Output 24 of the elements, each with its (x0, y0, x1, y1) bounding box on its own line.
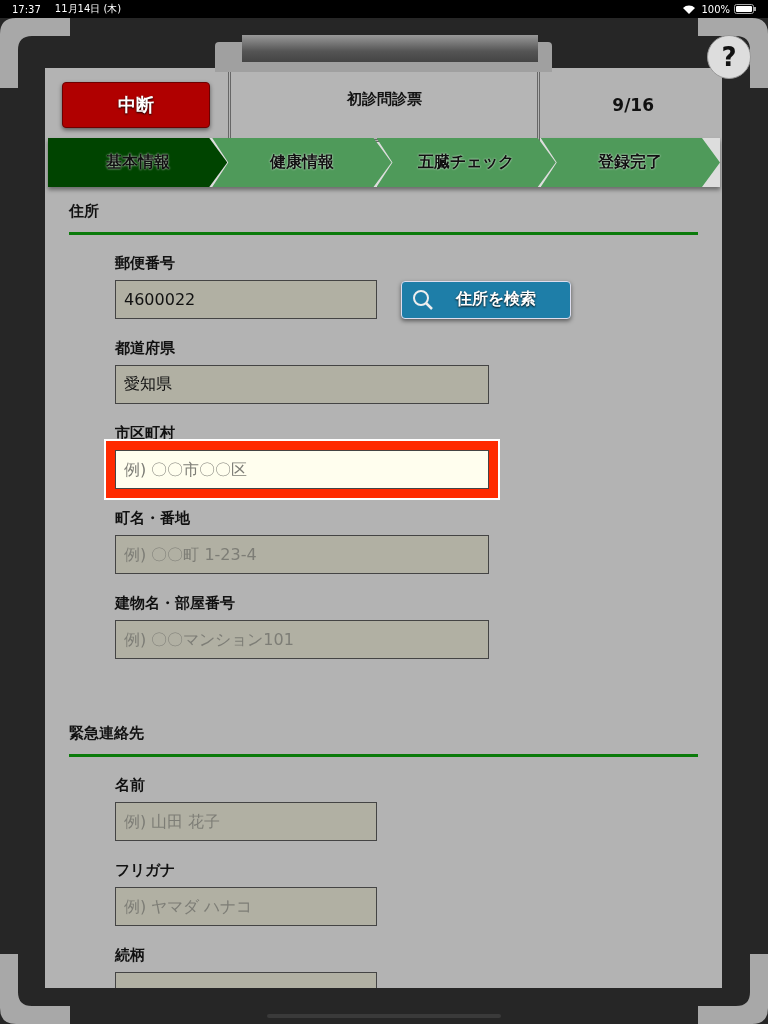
field-label: 都道府県 (115, 338, 176, 358)
status-time: 17:37 (12, 3, 41, 15)
field-label: 市区町村 (115, 423, 176, 443)
status-date: 11月14日 (木) (54, 2, 122, 16)
address-search-button[interactable]: 住所を検索 (401, 280, 571, 319)
field-label: 郵便番号 (115, 253, 176, 273)
help-button[interactable]: ? (707, 35, 751, 79)
quit-button[interactable]: 中断 (62, 81, 210, 128)
field-label: 続柄 (115, 945, 146, 965)
field-label: 町名・番地 (115, 508, 191, 528)
section-heading: 住所 (69, 201, 100, 221)
field-label: 名前 (115, 775, 146, 795)
input-field[interactable]: 例) 〇〇市〇〇区 (115, 450, 489, 489)
input-field[interactable]: 愛知県 (115, 365, 489, 404)
section-heading: 緊急連絡先 (69, 723, 145, 743)
page-counter: 9/16 (612, 94, 654, 115)
step-tab[interactable]: 健康情報 (212, 138, 392, 187)
step-tab[interactable]: 五臓チェック (376, 138, 556, 187)
input-field[interactable]: 4600022 (115, 280, 377, 319)
field-label: フリガナ (115, 860, 176, 880)
step-tab[interactable]: 登録完了 (540, 138, 720, 187)
battery-percent: 100% (701, 3, 730, 15)
field-label: 建物名・部屋番号 (115, 593, 236, 613)
form-title: 初診問診票 (346, 89, 422, 109)
